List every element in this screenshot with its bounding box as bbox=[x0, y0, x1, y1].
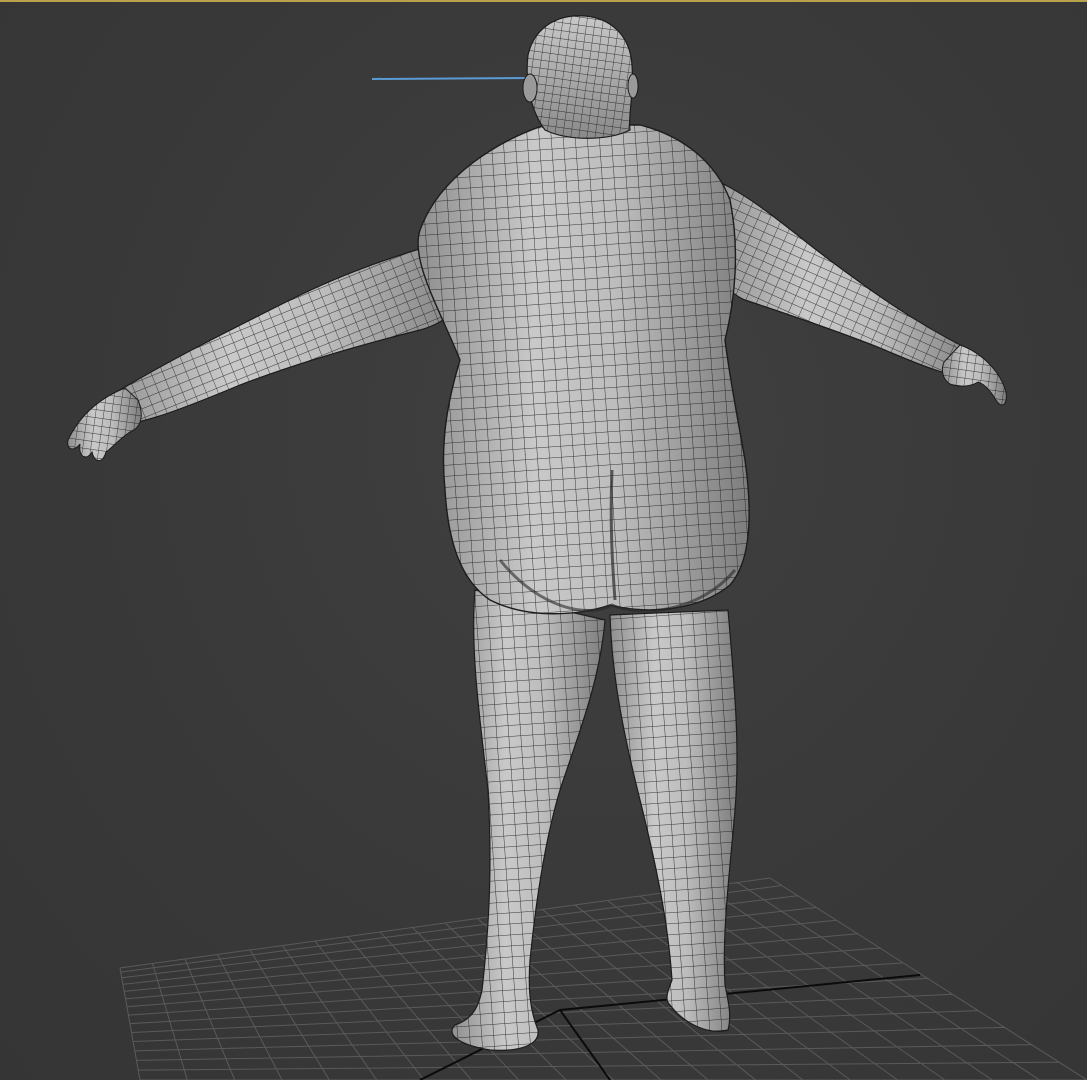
left-ear bbox=[522, 73, 538, 103]
ground-grid bbox=[119, 877, 1087, 1080]
left-arm bbox=[67, 234, 476, 462]
right-ear bbox=[627, 73, 639, 99]
3d-viewport[interactable] bbox=[0, 0, 1087, 1080]
head bbox=[522, 15, 639, 139]
character-mesh[interactable] bbox=[67, 15, 1007, 1051]
right-arm bbox=[709, 179, 1007, 406]
helper-line bbox=[371, 77, 531, 80]
legs bbox=[451, 589, 738, 1051]
torso bbox=[417, 124, 750, 615]
viewport-scene[interactable] bbox=[0, 0, 1087, 1080]
